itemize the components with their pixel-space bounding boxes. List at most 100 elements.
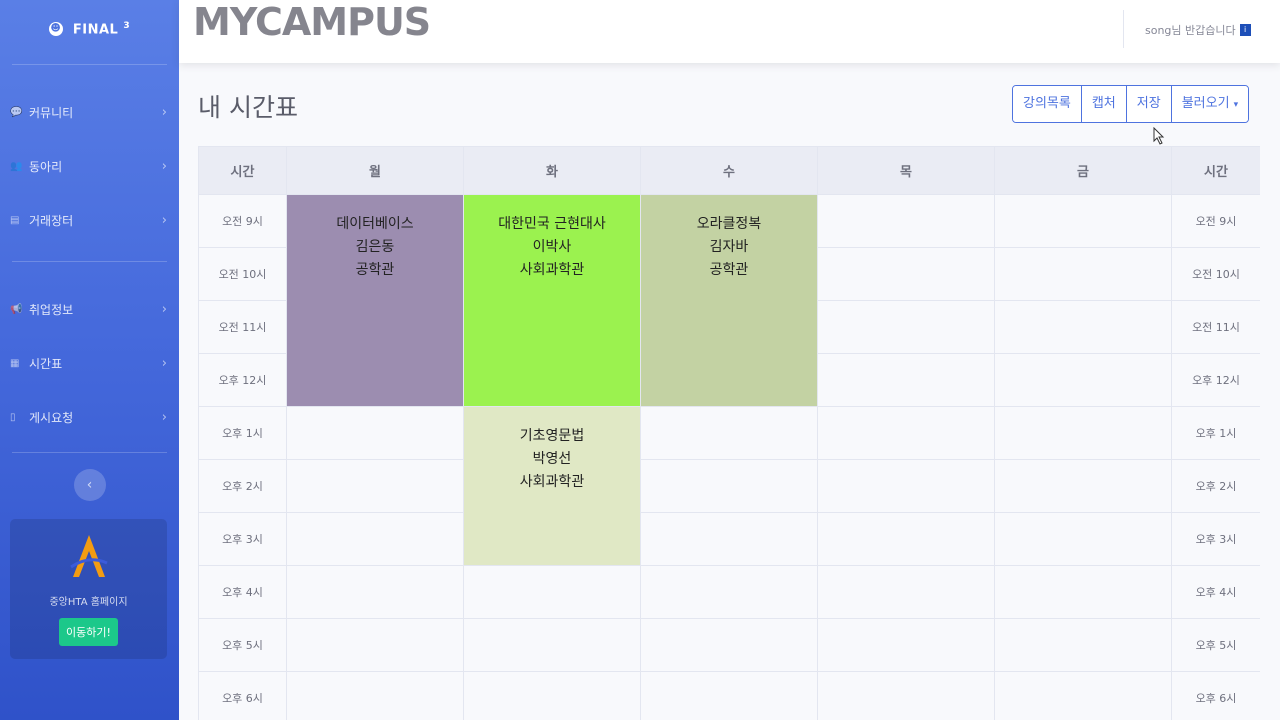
- lecture-room: 사회과학관: [519, 262, 585, 278]
- time-slot[interactable]: [286, 459, 464, 513]
- lecture-professor: 김자바: [709, 239, 749, 255]
- day-header-wed: 수: [640, 146, 818, 195]
- time-label: 오후 5시: [198, 618, 287, 672]
- file-icon: ▯: [10, 411, 16, 423]
- time-slot[interactable]: [640, 512, 818, 566]
- sidebar-item-label: 거래장터: [29, 213, 74, 228]
- sidebar-divider: [12, 64, 167, 65]
- sidebar-brand[interactable]: ☻ FINAL 3: [0, 0, 179, 58]
- time-slot[interactable]: [286, 618, 464, 672]
- caret-down-icon: ▾: [1233, 100, 1239, 110]
- time-slot[interactable]: [817, 512, 995, 566]
- time-slot[interactable]: [286, 565, 464, 619]
- time-slot[interactable]: [817, 671, 995, 720]
- capture-button[interactable]: 캡처: [1081, 86, 1127, 122]
- sidebar-item-community[interactable]: 💬 커뮤니티 ›: [0, 85, 179, 139]
- store-icon: ▤: [10, 214, 20, 226]
- sidebar-item-market[interactable]: ▤ 거래장터 ›: [0, 193, 179, 247]
- time-slot[interactable]: [994, 353, 1172, 407]
- timetable-row: 오후 1시 기초영문법 박영선 사회과학관 오후 1시: [198, 406, 1260, 566]
- time-slot[interactable]: [286, 512, 464, 566]
- brand-superscript: 3: [123, 20, 131, 31]
- time-slot[interactable]: [994, 406, 1172, 460]
- day-header-mon: 월: [286, 146, 464, 195]
- chevron-right-icon: ›: [161, 104, 167, 120]
- time-label: 오후 6시: [198, 671, 287, 720]
- lecture-professor: 박영선: [532, 451, 572, 467]
- calendar-icon: ▦: [10, 357, 20, 369]
- time-slot[interactable]: [286, 406, 464, 460]
- timetable: 시간 월 화 수 목 금 시간 오전 9시 데이터베이스 김은동 공학관 대한민…: [198, 146, 1260, 720]
- chevron-right-icon: ›: [161, 158, 167, 174]
- time-slot[interactable]: [817, 353, 995, 407]
- time-header-right: 시간: [1171, 146, 1260, 195]
- sidebar-toggle-button[interactable]: ‹: [73, 469, 106, 501]
- user-greeting: song님 반갑습니다: [1145, 24, 1236, 37]
- time-slot[interactable]: [463, 618, 641, 672]
- comments-icon: 💬: [10, 106, 23, 118]
- sidebar-divider: [12, 261, 167, 262]
- timetable-actions: 강의목록 캡처 저장 불러오기 ▾: [1012, 85, 1250, 123]
- sidebar-item-label: 동아리: [29, 159, 63, 174]
- lecture-block[interactable]: 대한민국 근현대사 이박사 사회과학관: [463, 194, 641, 407]
- time-label: 오후 3시: [198, 512, 287, 566]
- sidebar-item-jobs[interactable]: 📢 취업정보 ›: [0, 282, 179, 336]
- save-button[interactable]: 저장: [1126, 86, 1172, 122]
- time-label: 오후 2시: [198, 459, 287, 513]
- time-slot[interactable]: [817, 618, 995, 672]
- site-logo[interactable]: MYCAMPUS: [193, 0, 431, 44]
- sidebar-divider: [12, 452, 167, 453]
- time-slot[interactable]: [640, 671, 818, 720]
- time-slot[interactable]: [640, 618, 818, 672]
- lecture-list-button[interactable]: 강의목록: [1013, 86, 1082, 122]
- time-slot[interactable]: [817, 406, 995, 460]
- timetable-row: 오후 2시 오후 2시: [198, 459, 1260, 513]
- sidebar-item-timetable[interactable]: ▦ 시간표 ›: [0, 336, 179, 390]
- time-slot[interactable]: [994, 300, 1172, 354]
- chevron-right-icon: ›: [161, 212, 167, 228]
- timetable-row: 오전 9시 데이터베이스 김은동 공학관 대한민국 근현대사 이박사 사회과학관…: [198, 194, 1260, 407]
- time-label: 오후 4시: [1171, 565, 1260, 619]
- timetable-row: 오후 3시 오후 3시: [198, 512, 1260, 566]
- timetable-wrapper: 시간 월 화 수 목 금 시간 오전 9시 데이터베이스 김은동 공학관 대한민…: [198, 146, 1260, 720]
- time-slot[interactable]: [463, 565, 641, 619]
- promo-go-button[interactable]: 이동하기!: [59, 618, 118, 646]
- sidebar: ☻ FINAL 3 💬 커뮤니티 › 👥 동아리 › ▤ 거래장터 › 📢 취업…: [0, 0, 179, 720]
- sidebar-item-label: 커뮤니티: [29, 105, 74, 120]
- time-slot[interactable]: [994, 671, 1172, 720]
- chevron-right-icon: ›: [161, 355, 167, 371]
- time-slot[interactable]: [463, 671, 641, 720]
- mouse-cursor-icon: [1153, 127, 1165, 145]
- lecture-block[interactable]: 오라클정복 김자바 공학관: [640, 194, 818, 407]
- sidebar-item-request[interactable]: ▯ 게시요청 ›: [0, 390, 179, 444]
- time-label: 오전 9시: [198, 194, 287, 248]
- lecture-block[interactable]: 기초영문법 박영선 사회과학관: [463, 406, 641, 566]
- time-slot[interactable]: [286, 671, 464, 720]
- load-dropdown-button[interactable]: 불러오기 ▾: [1171, 86, 1249, 122]
- time-slot[interactable]: [640, 406, 818, 460]
- time-slot[interactable]: [817, 459, 995, 513]
- time-slot[interactable]: [994, 512, 1172, 566]
- time-slot[interactable]: [640, 565, 818, 619]
- time-slot[interactable]: [817, 247, 995, 301]
- lecture-professor: 이박사: [532, 239, 572, 255]
- topbar-divider: [1123, 10, 1124, 48]
- time-slot[interactable]: [994, 618, 1172, 672]
- time-label: 오후 12시: [198, 353, 287, 407]
- time-slot[interactable]: [640, 459, 818, 513]
- time-slot[interactable]: [994, 194, 1172, 248]
- time-slot[interactable]: [994, 459, 1172, 513]
- time-slot[interactable]: [994, 565, 1172, 619]
- lecture-block[interactable]: 데이터베이스 김은동 공학관: [286, 194, 464, 407]
- page-title: 내 시간표: [198, 93, 298, 122]
- user-menu[interactable]: song님 반갑습니다 i: [1145, 22, 1251, 38]
- lecture-name: 대한민국 근현대사: [498, 216, 606, 232]
- time-slot[interactable]: [817, 194, 995, 248]
- time-label: 오전 9시: [1171, 194, 1260, 248]
- time-slot[interactable]: [817, 300, 995, 354]
- time-slot[interactable]: [817, 565, 995, 619]
- promo-text: 중앙HTA 홈페이지: [49, 597, 128, 608]
- day-header-fri: 금: [994, 146, 1172, 195]
- time-slot[interactable]: [994, 247, 1172, 301]
- sidebar-item-clubs[interactable]: 👥 동아리 ›: [0, 139, 179, 193]
